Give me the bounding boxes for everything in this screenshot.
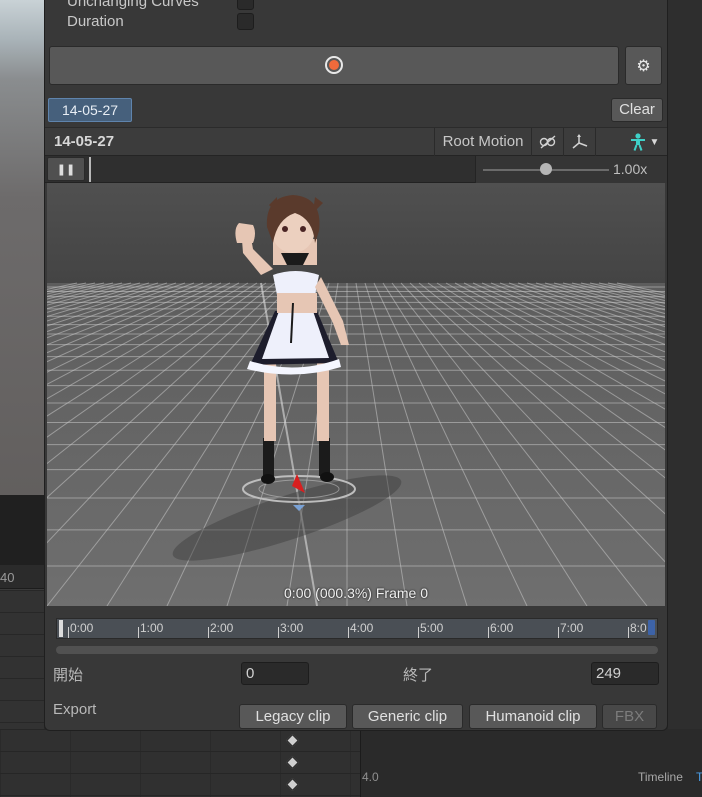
clear-button[interactable]: Clear xyxy=(611,98,663,122)
range-start-handle[interactable] xyxy=(59,620,63,637)
preview-frame-caption: 0:00 (000.3%) Frame 0 xyxy=(284,585,428,601)
clip-tag[interactable]: 14-05-27 xyxy=(48,98,132,122)
ruler-tick-mark xyxy=(488,627,489,638)
playback-cursor[interactable] xyxy=(89,157,91,182)
ruler-tick-label: 6:00 xyxy=(490,621,514,635)
ruler-tick-mark xyxy=(278,627,279,638)
background-divider xyxy=(360,729,361,797)
playback-bar: ❚❚ 1.00x xyxy=(45,156,667,183)
timeline-scrollbar[interactable] xyxy=(56,646,658,654)
end-label: 終了 xyxy=(403,667,434,684)
range-end-handle[interactable] xyxy=(648,620,655,635)
background-ruler-value: 40 xyxy=(0,570,15,585)
legacy-clip-button[interactable]: Legacy clip xyxy=(239,704,347,729)
ruler-tick-mark xyxy=(558,627,559,638)
start-frame-input[interactable]: 0 xyxy=(241,662,309,685)
pivot-axes-icon xyxy=(572,134,587,149)
ruler-tick-label: 1:00 xyxy=(140,621,164,635)
ruler-tick-label: 0:00 xyxy=(70,621,94,635)
start-label: 開始 xyxy=(53,667,84,684)
background-dark-band xyxy=(0,495,44,565)
pause-icon: ❚❚ xyxy=(56,163,76,176)
record-button[interactable] xyxy=(49,46,619,85)
scene-preview-strip xyxy=(0,0,44,495)
ruler-tick-mark xyxy=(138,627,139,638)
toggle-label-unchanging-curves: Unchanging Curves xyxy=(67,0,199,10)
ruler-tick-mark xyxy=(68,627,69,638)
generic-clip-button[interactable]: Generic clip xyxy=(352,704,463,729)
chevron-down-icon: ▼ xyxy=(649,136,660,148)
clip-header: 14-05-27 Root Motion ▼ xyxy=(45,127,667,156)
ruler-tick-label: 7:00 xyxy=(560,621,584,635)
ruler-tick-label: 5:00 xyxy=(420,621,444,635)
ruler-tick-label: 4:00 xyxy=(350,621,374,635)
duration-checkbox[interactable] xyxy=(237,13,254,30)
background-panel-right xyxy=(668,0,702,797)
background-ruler: 40 xyxy=(0,565,44,589)
timeline-panel: 0:00 1:00 2:00 3:00 4:00 5:00 6:00 7:00 8:0 開始 0… xyxy=(47,608,665,730)
preview-viewport[interactable]: 0:00 (000.3%) Frame 0 xyxy=(47,183,665,606)
unchanging-curves-checkbox[interactable] xyxy=(237,0,254,10)
ruler-tick-label: 3:00 xyxy=(280,621,304,635)
ruler-tick-label: 2:00 xyxy=(210,621,234,635)
record-icon xyxy=(325,56,343,74)
speed-control: 1.00x xyxy=(475,156,667,183)
ruler-tick-mark xyxy=(208,627,209,638)
ruler-tick-mark xyxy=(418,627,419,638)
ik-off-icon xyxy=(539,135,555,149)
pivot-axes-button[interactable] xyxy=(564,128,596,156)
background-ruler-value-bottom: 4.0 xyxy=(362,770,379,784)
ruler-tick-mark xyxy=(348,627,349,638)
humanoid-clip-button[interactable]: Humanoid clip xyxy=(469,704,597,729)
end-frame-input[interactable]: 249 xyxy=(591,662,659,685)
speed-value: 1.00x xyxy=(613,161,648,177)
clip-title: 14-05-27 xyxy=(54,133,115,150)
background-panel-left: 40 xyxy=(0,0,44,797)
gear-icon: ⚙ xyxy=(636,57,651,75)
tab-timeline[interactable]: Timeline xyxy=(638,770,683,784)
ruler-tick-mark xyxy=(628,627,629,638)
toggle-label-duration: Duration xyxy=(67,13,124,30)
avatar-humanoid-icon xyxy=(630,133,645,151)
preview-sky xyxy=(47,183,665,283)
fbx-button[interactable]: FBX xyxy=(602,704,657,729)
pause-button[interactable]: ❚❚ xyxy=(47,157,85,181)
tab-timeline-cut[interactable]: T xyxy=(696,770,702,784)
root-motion-button[interactable]: Root Motion xyxy=(434,128,532,156)
speed-slider-knob[interactable] xyxy=(540,163,552,175)
settings-button[interactable]: ⚙ xyxy=(625,46,662,85)
recorder-window: Unchanging Curves Duration ⚙ 14-05-27 Cl… xyxy=(44,0,668,731)
avatar-dropdown[interactable]: ▼ xyxy=(620,128,667,156)
preview-scene xyxy=(47,183,665,606)
ik-off-button[interactable] xyxy=(532,128,564,156)
ruler-tick-label: 8:0 xyxy=(630,621,647,635)
export-label: Export xyxy=(53,701,97,718)
background-dopesheet-grid xyxy=(0,729,360,797)
time-ruler[interactable]: 0:00 1:00 2:00 3:00 4:00 5:00 6:00 7:00 8:0 xyxy=(56,618,658,639)
